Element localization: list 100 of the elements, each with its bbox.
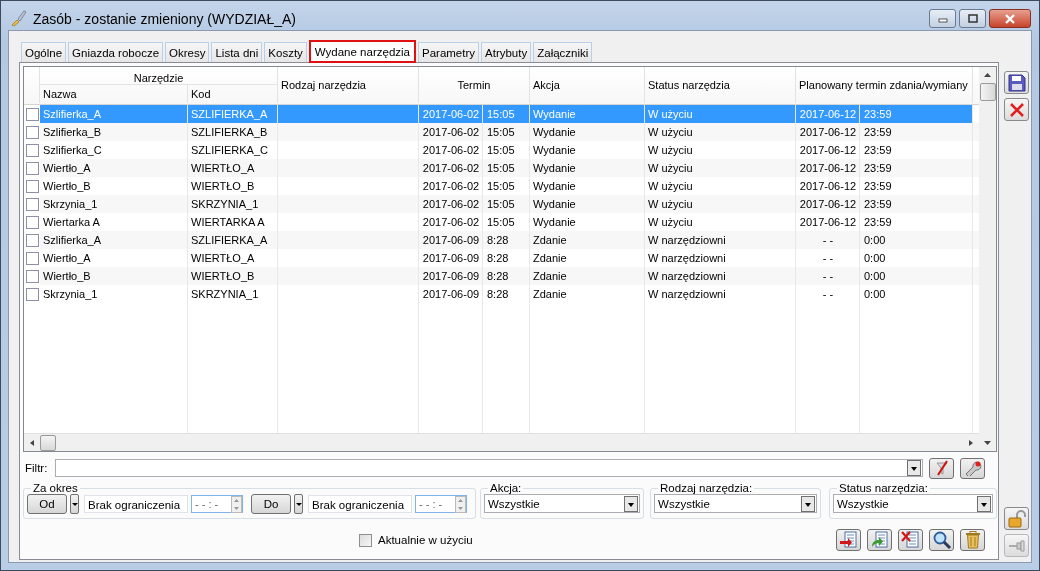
to-button[interactable]: Do: [251, 494, 291, 514]
row-checkbox[interactable]: [25, 161, 39, 175]
tab[interactable]: Parametry: [418, 42, 480, 62]
filter-field[interactable]: [55, 459, 923, 477]
row-checkbox[interactable]: [25, 107, 39, 121]
row-checkbox[interactable]: [25, 215, 39, 229]
search-icon: [931, 530, 952, 550]
table-cell: Wydanie: [530, 105, 645, 123]
column-header[interactable]: Kod: [188, 85, 278, 103]
cancel-button[interactable]: [1004, 98, 1029, 121]
row-checkbox[interactable]: [25, 125, 39, 139]
maximize-button[interactable]: [959, 9, 986, 28]
spinner-icon: [231, 495, 242, 513]
checkbox[interactable]: [359, 533, 372, 547]
import-button[interactable]: [836, 529, 861, 551]
date-field[interactable]: Brak ograniczenia: [84, 495, 188, 513]
document-x-icon: [900, 530, 921, 550]
column-header[interactable]: Status narzędzia: [645, 67, 796, 103]
spinner-icon: [455, 495, 466, 513]
menu-button[interactable]: [294, 494, 303, 514]
caret-icon: [977, 495, 991, 512]
checkbox-label: Aktualnie w użyciu: [378, 534, 473, 546]
dropdown[interactable]: Wszystkie: [654, 494, 817, 513]
menu-button[interactable]: [70, 494, 79, 514]
column-header[interactable]: Nazwa: [40, 85, 188, 103]
scroll-right-icon: [967, 438, 975, 447]
caret-icon: [71, 501, 78, 507]
column-header[interactable]: Planowany termin zdania/wymiany: [796, 67, 973, 103]
time-field[interactable]: - - : -: [191, 495, 243, 513]
vertical-scrollbar[interactable]: [979, 67, 996, 451]
wrench-icon: [963, 460, 982, 476]
tab[interactable]: Ogólne: [21, 42, 67, 62]
from-button[interactable]: Od: [27, 494, 67, 514]
scrollbar-thumb[interactable]: [979, 83, 996, 101]
caret-icon: [907, 460, 921, 476]
row-checkbox[interactable]: [25, 197, 39, 211]
table-cell: 23:59: [860, 105, 973, 123]
clear-filter-button[interactable]: [929, 457, 954, 479]
document-arrow-icon: [838, 530, 859, 550]
scrollbar-thumb[interactable]: [40, 434, 56, 451]
padlock-icon: [1007, 509, 1026, 528]
row-checkbox[interactable]: [25, 251, 39, 265]
column-header[interactable]: Termin: [419, 67, 530, 103]
pin-icon: [1007, 538, 1026, 553]
horizontal-scrollbar[interactable]: [24, 433, 979, 451]
close-button[interactable]: [989, 9, 1031, 28]
close-icon: [1004, 13, 1016, 24]
scroll-left-icon: [28, 438, 36, 447]
table-cell: SZLIFIERKA_A: [188, 105, 278, 123]
tab[interactable]: Lista dni: [211, 42, 263, 62]
delete-button[interactable]: [960, 529, 985, 551]
dropdown[interactable]: Wszystkie: [833, 494, 993, 513]
dropdown[interactable]: Wszystkie: [484, 494, 641, 513]
cross-icon: [1008, 101, 1025, 118]
tab[interactable]: Atrybuty: [481, 42, 532, 62]
tab[interactable]: Okresy: [165, 42, 210, 62]
row-checkbox[interactable]: [25, 233, 39, 247]
time-field[interactable]: - - : -: [415, 495, 467, 513]
column-header[interactable]: Rodzaj narzędzia: [278, 67, 419, 103]
minimize-button[interactable]: [929, 9, 956, 28]
table-cell: 2017-06-02: [419, 105, 483, 123]
delete-row-button[interactable]: [898, 529, 923, 551]
group-label: Status narzędzia:: [838, 482, 929, 494]
table-row[interactable]: Szlifierka_B SZLIFIERKA_B 2017-06-02 15:05 Wydanie W użyciu 2017-06-12 23:59: [24, 123, 979, 141]
tab[interactable]: Koszty: [264, 42, 307, 62]
save-button[interactable]: [1004, 71, 1029, 94]
table-row[interactable]: Wiertło_A WIERTŁO_A 2017-06-02 15:05 Wydanie W użyciu 2017-06-12 23:59: [24, 159, 979, 177]
filter-label: Filtr:: [25, 462, 49, 474]
table-row[interactable]: Szlifierka_A SZLIFIERKA_A 2017-06-09 8:28 Zdanie W narzędziowni - - 0:00: [24, 231, 979, 249]
group-label: Rodzaj narzędzia:: [659, 482, 754, 494]
document-arrow-icon: [869, 530, 890, 550]
row-checkbox[interactable]: [25, 179, 39, 193]
date-field[interactable]: Brak ograniczenia: [308, 495, 412, 513]
row-checkbox[interactable]: [25, 287, 39, 301]
table-row[interactable]: Skrzynia_1 SKRZYNIA_1 2017-06-02 15:05 Wydanie W użyciu 2017-06-12 23:59: [24, 195, 979, 213]
tab[interactable]: Załączniki: [533, 42, 593, 62]
caret-icon: [801, 495, 815, 512]
caret-icon: [295, 501, 302, 507]
table-cell: W użyciu: [645, 105, 796, 123]
tab[interactable]: Gniazda robocze: [68, 42, 164, 62]
tab[interactable]: Wydane narzędzia: [308, 40, 416, 63]
pin-button[interactable]: [1004, 534, 1029, 557]
group-label: Za okres: [32, 482, 79, 494]
caret-icon: [624, 495, 639, 512]
funnel-slash-icon: [933, 460, 950, 476]
table-cell: 2017-06-12: [796, 105, 860, 123]
restore-icon: [967, 14, 978, 23]
table-cell: 15:05: [483, 105, 530, 123]
lock-button[interactable]: [1004, 507, 1029, 530]
row-checkbox[interactable]: [25, 143, 39, 157]
settings-button[interactable]: [960, 457, 985, 479]
window-title: Zasób - zostanie zmieniony (WYDZIAŁ_A): [33, 10, 296, 27]
table-cell: Szlifierka_A: [40, 105, 188, 123]
row-checkbox[interactable]: [25, 269, 39, 283]
group-label: Akcja:: [489, 482, 523, 494]
table-row[interactable]: Wiertło_B WIERTŁO_B 2017-06-09 8:28 Zdanie W narzędziowni - - 0:00: [24, 267, 979, 285]
export-button[interactable]: [867, 529, 892, 551]
column-header[interactable]: Akcja: [530, 67, 645, 103]
search-button[interactable]: [929, 529, 954, 551]
column-header[interactable]: Narzędzie: [40, 67, 278, 85]
